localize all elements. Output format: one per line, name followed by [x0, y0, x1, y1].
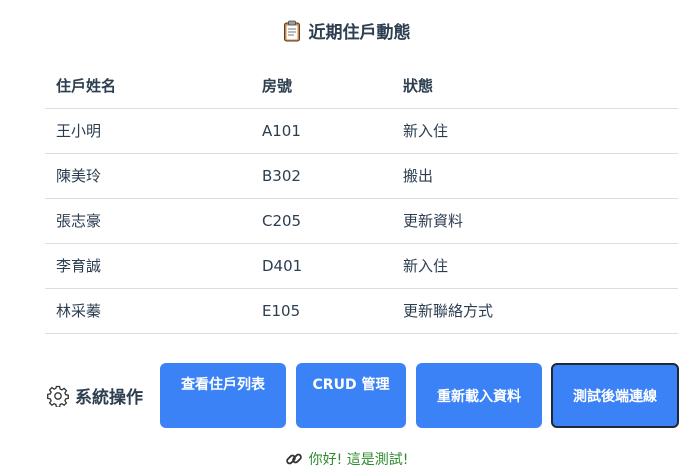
status-message: 你好! 這是測試!	[308, 452, 409, 468]
crud-management-button[interactable]: CRUD 管理	[296, 363, 406, 428]
operations-header: 系統操作	[47, 383, 143, 408]
table-header-row: 住戶姓名 房號 狀態	[45, 64, 678, 109]
column-header-status: 狀態	[392, 64, 678, 109]
room-number-cell: A101	[251, 108, 392, 154]
status-cell: 新入住	[392, 108, 678, 154]
status-cell: 更新資料	[392, 198, 678, 244]
room-number-cell: B302	[251, 153, 392, 199]
status-cell: 更新聯絡方式	[392, 288, 678, 334]
resident-name-cell: 林采蓁	[45, 288, 251, 334]
resident-name-cell: 張志豪	[45, 198, 251, 244]
page: 近期住戶動態 住戶姓名 房號 狀態 王小明 A101 新入住 陳美玲 B302 …	[0, 0, 693, 474]
table-row: 王小明 A101 新入住	[45, 108, 678, 154]
table-row: 林采蓁 E105 更新聯絡方式	[45, 288, 678, 334]
resident-name-cell: 李育誠	[45, 243, 251, 289]
status-bar: 你好! 這是測試!	[0, 449, 693, 469]
status-cell: 新入住	[392, 243, 678, 289]
clipboard-icon	[283, 20, 300, 41]
room-number-cell: C205	[251, 198, 392, 244]
resident-name-cell: 陳美玲	[45, 153, 251, 199]
link-icon	[285, 453, 302, 465]
section-title: 近期住戶動態	[308, 23, 411, 43]
resident-table: 住戶姓名 房號 狀態 王小明 A101 新入住 陳美玲 B302 搬出 張志豪 …	[45, 64, 678, 334]
section-header: 近期住戶動態	[0, 18, 693, 43]
table-row: 李育誠 D401 新入住	[45, 243, 678, 289]
gear-icon	[47, 385, 69, 407]
operations-label: 系統操作	[75, 388, 143, 408]
resident-name-cell: 王小明	[45, 108, 251, 154]
test-backend-connection-button[interactable]: 測試後端連線	[551, 363, 679, 428]
view-resident-list-button[interactable]: 查看住戶列表	[160, 363, 286, 428]
column-header-name: 住戶姓名	[45, 64, 251, 109]
room-number-cell: E105	[251, 288, 392, 334]
room-number-cell: D401	[251, 243, 392, 289]
table-row: 陳美玲 B302 搬出	[45, 153, 678, 199]
table-row: 張志豪 C205 更新資料	[45, 198, 678, 244]
reload-data-button[interactable]: 重新載入資料	[416, 363, 542, 428]
status-cell: 搬出	[392, 153, 678, 199]
column-header-room: 房號	[251, 64, 392, 109]
